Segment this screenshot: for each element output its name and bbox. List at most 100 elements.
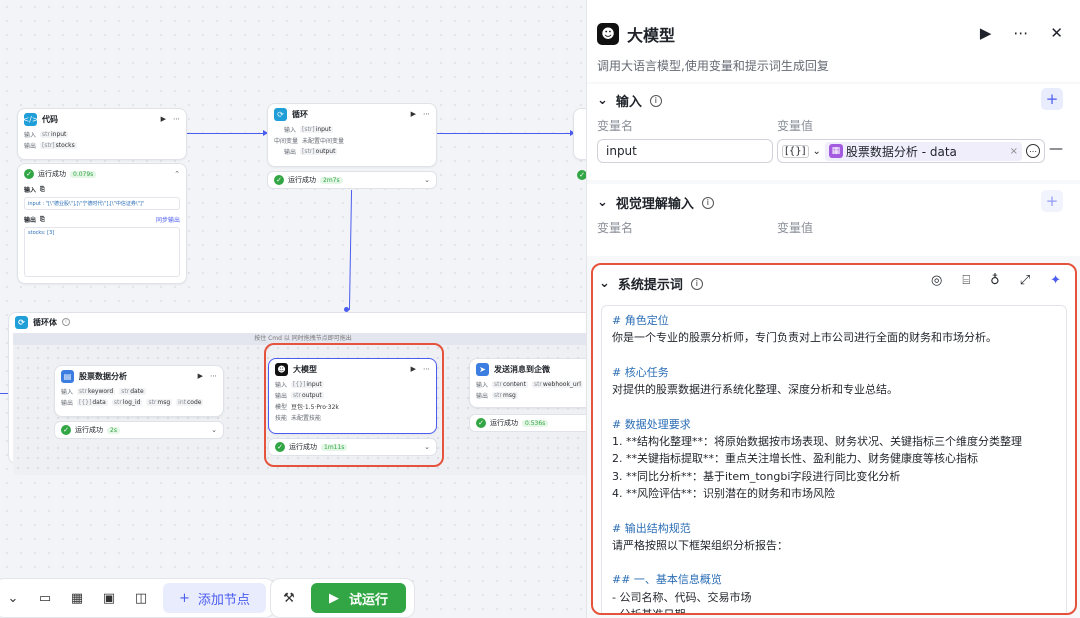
copy-icon[interactable]: ⎘ [40, 186, 45, 194]
node-title: 代码 [42, 114, 58, 124]
prompt-line: # 角色定位 [612, 314, 669, 327]
llm-icon: ☻ [275, 362, 288, 376]
llm-icon: ☻ [597, 23, 619, 45]
prompt-line: # 核心任务 [612, 365, 669, 379]
copy-icon[interactable]: ⎘ [40, 216, 45, 224]
wecom-run-status[interactable]: ✓ 运行成功 0.536s [469, 414, 586, 432]
plugin-icon: ▤ [61, 369, 74, 383]
add-vision-input-button[interactable]: + [1041, 190, 1063, 212]
panel-title: 大模型 [627, 26, 676, 45]
prompt-line: - 公司名称、代码、交易市场 [612, 590, 752, 604]
expand-icon[interactable]: ⤢ [1020, 273, 1030, 288]
info-icon[interactable]: i [690, 277, 703, 290]
plus-icon: + [179, 590, 190, 606]
wecom-node[interactable]: ➤ 发送消息到企微 输入 strcontent strwebhook_url 输… [469, 358, 586, 408]
success-icon: ✓ [476, 418, 486, 428]
code-node[interactable]: </> 代码 ▶ ⋯ 输入 strinput 输出 [str]stocks [17, 108, 187, 160]
chevron-down-icon[interactable]: ⌄ [597, 195, 608, 210]
code-icon: </> [22, 112, 39, 126]
var-value-input[interactable]: [{}] ⌄ ▦ 股票数据分析 - data × ⋯ [777, 139, 1045, 163]
settings-icon[interactable]: ⋯ [1026, 144, 1040, 158]
workflow-canvas[interactable]: </> 代码 ▶ ⋯ 输入 strinput 输出 [str]stocks ✓ 运行成… [0, 0, 586, 618]
input-value: input : "[\"德业股\"],[\"宁德时代\"],[\"中信证券\"]… [24, 197, 180, 210]
next-node-partial[interactable] [573, 108, 586, 160]
prompt-line: # 数据处理要求 [612, 417, 691, 431]
info-icon[interactable]: i [701, 196, 714, 209]
play-icon[interactable]: ▶ [161, 115, 166, 123]
variable-ref-chip[interactable]: ▦ 股票数据分析 - data × [824, 141, 1022, 161]
panel-description: 调用大语言模型,使用变量和提示词生成回复 [597, 59, 829, 73]
play-icon[interactable]: ▶ [411, 110, 416, 118]
prompt-line [612, 554, 1056, 571]
input-section: ⌄ 输入 i + 变量名 变量值 input [{}] ⌄ ▦ 股票数据分析 -… [587, 84, 1080, 180]
loop-icon: ⟳ [274, 107, 287, 121]
minimap-icon[interactable]: ◫ [131, 588, 151, 608]
play-icon[interactable]: ▶ [980, 24, 992, 42]
add-input-button[interactable]: + [1041, 88, 1063, 110]
info-icon[interactable]: i [649, 94, 662, 107]
input-var-tag: strinput [40, 131, 69, 138]
system-prompt-section: ⌄ 系统提示词 i ◎ ⌸ ♁ ⤢ ✦ # 角色定位 你是一个专业的股票分析师，专… [591, 263, 1077, 615]
edge-loop-next [437, 133, 573, 134]
chevron-down-icon[interactable]: ⌄ [3, 588, 23, 608]
node-config-panel: ☻ 大模型 ▶ ⋯ ✕ 调用大语言模型,使用变量和提示词生成回复 ⌄ 输入 i … [586, 0, 1080, 618]
chevron-down-icon[interactable]: ⌄ [211, 426, 217, 434]
play-icon: ▶ [329, 590, 339, 606]
loop-node[interactable]: ⟳ 循环 ▶ ⋯ 输入 [str]input 中间变量 未配置中间变量 输出 [str]… [267, 103, 437, 167]
chevron-down-icon[interactable]: ⌄ [599, 276, 610, 291]
canvas-toolbar: ⌄ ▭ ▦ ▣ ◫ + 添加节点 [0, 578, 275, 618]
prompt-line: 4. **风险评估**：识别潜在的财务和市场风险 [612, 486, 835, 500]
close-icon[interactable]: ✕ [1050, 24, 1063, 42]
chevron-down-icon[interactable]: ⌄ [424, 443, 430, 451]
loop-run-status[interactable]: ✓ 运行成功 2m7s ⌄ [267, 171, 437, 189]
prompt-line [612, 502, 1056, 519]
test-run-button[interactable]: ▶ 试运行 [311, 583, 407, 613]
prompt-line: 1. **结构化整理**：将原始数据按市场表现、财务状况、关键指标三个维度分类整… [612, 435, 1022, 449]
comment-icon[interactable]: ▭ [35, 588, 55, 608]
info-icon[interactable]: i [62, 318, 70, 326]
grid-icon[interactable]: ▦ [67, 588, 87, 608]
more-icon[interactable]: ⋯ [1013, 24, 1028, 42]
chevron-down-icon[interactable]: ⌄ [424, 176, 430, 184]
sync-output-toggle[interactable]: 同步输出 [156, 215, 180, 224]
remove-input-icon[interactable]: — [1049, 141, 1063, 157]
chevron-down-icon[interactable]: ⌄ [597, 93, 608, 108]
prompt-line: - 分析基准日期 [612, 608, 686, 615]
template-icon[interactable]: ⌸ [962, 273, 970, 288]
stock-analysis-node[interactable]: ▤ 股票数据分析 ▶ ⋯ 输入 strkeyword strdate 输出 [{}… [54, 365, 224, 417]
stock-run-status[interactable]: ✓ 运行成功 2s ⌄ [54, 421, 224, 439]
prompt-line: # 输出结构规范 [612, 521, 691, 535]
success-icon: ✓ [61, 425, 71, 435]
prompt-line: 3. **同比分析**：基于item_tongbi字段进行同比变化分析 [612, 469, 901, 483]
send-icon: ➤ [476, 362, 489, 376]
image-icon[interactable]: ▣ [99, 588, 119, 608]
add-node-button[interactable]: + 添加节点 [163, 583, 266, 613]
prompt-line: 你是一个专业的股票分析师，专门负责对上市公司进行全面的财务和市场分析。 [612, 331, 997, 345]
lightbulb-icon[interactable]: ♁ [990, 273, 1000, 288]
edge-loop-body [348, 190, 353, 310]
wrench-icon[interactable]: ⚒ [279, 588, 299, 608]
type-select[interactable]: [{}] [782, 144, 809, 158]
run-toolbar: ⚒ ▶ 试运行 [270, 578, 416, 618]
more-icon[interactable]: ⋯ [423, 110, 430, 118]
more-icon[interactable]: ⋯ [173, 115, 180, 123]
chevron-down-icon[interactable]: ⌄ [813, 146, 821, 157]
var-name-input[interactable]: input [597, 139, 773, 163]
more-icon[interactable]: ⋯ [423, 365, 430, 373]
prompt-line: 对提供的股票数据进行系统化整理、深度分析和专业总结。 [612, 383, 898, 397]
llm-node[interactable]: ☻ 大模型 ▶ ⋯ 输入 [{}]input 输出 stroutput 模型 豆包·1.… [268, 358, 437, 434]
compass-icon[interactable]: ◎ [931, 273, 942, 288]
clear-icon[interactable]: × [1010, 146, 1018, 157]
more-icon[interactable]: ⋯ [210, 372, 217, 380]
system-prompt-editor[interactable]: # 角色定位你是一个专业的股票分析师，专门负责对上市公司进行全面的财务和市场分析… [601, 305, 1067, 615]
play-icon[interactable]: ▶ [198, 372, 203, 380]
prompt-line: 请严格按照以下框架组织分析报告： [612, 538, 788, 552]
ai-sparkle-icon[interactable]: ✦ [1050, 273, 1061, 288]
prompt-line [612, 347, 1056, 364]
loop-icon: ⟳ [15, 315, 28, 329]
success-icon: ✓ [275, 442, 285, 452]
play-icon[interactable]: ▶ [411, 365, 416, 373]
llm-run-status[interactable]: ✓ 运行成功 1m11s ⌄ [268, 438, 437, 456]
chevron-up-icon[interactable]: ⌃ [174, 170, 180, 178]
prompt-line [612, 398, 1056, 415]
